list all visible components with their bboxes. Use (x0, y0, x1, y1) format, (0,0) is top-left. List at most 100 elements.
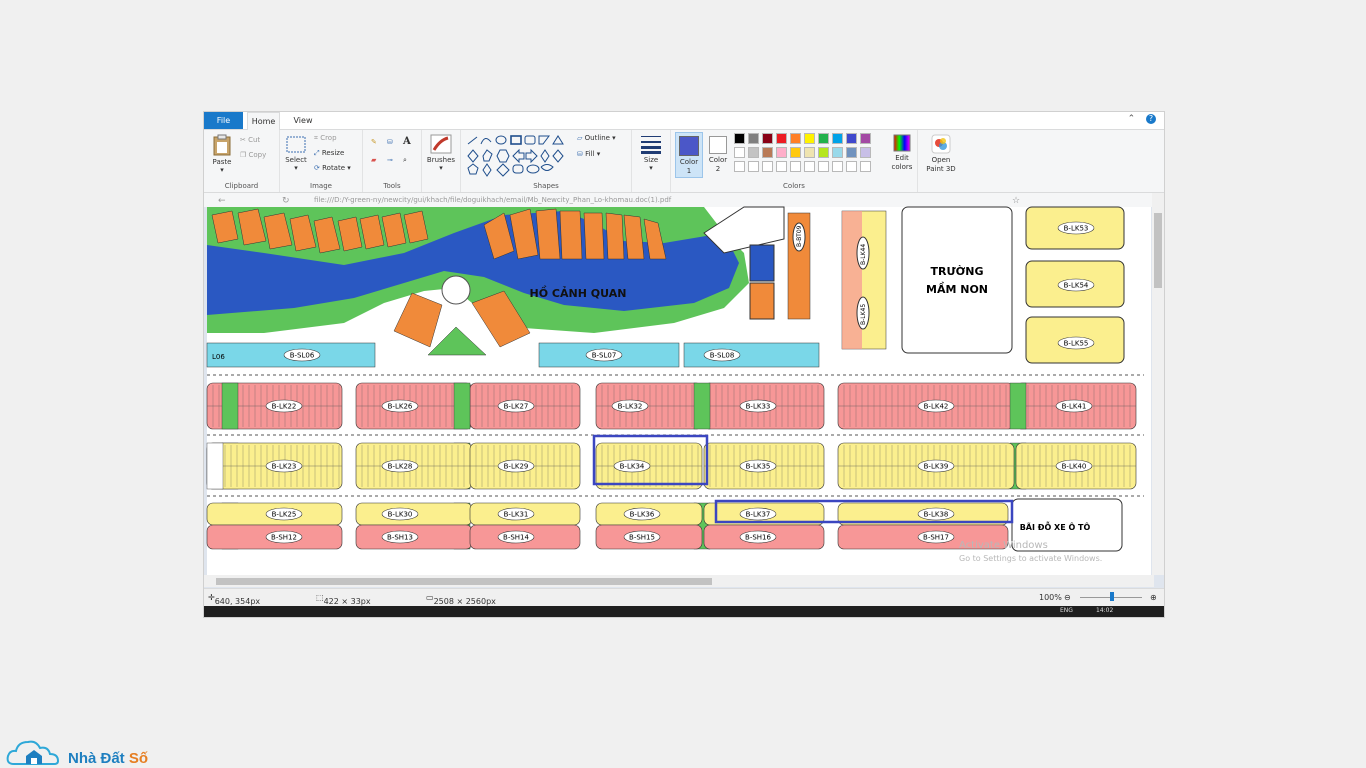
rotate-label: Rotate (322, 164, 346, 172)
tab-file[interactable]: File (204, 112, 243, 129)
brand-name-accent: Số (128, 750, 149, 767)
palette-swatch[interactable] (846, 147, 857, 158)
palette-swatch[interactable] (860, 133, 871, 144)
palette-swatch[interactable] (804, 147, 815, 158)
palette-swatch[interactable] (762, 133, 773, 144)
zoom-out-button[interactable]: ⊖ (1064, 593, 1071, 602)
shapes-gallery[interactable] (465, 134, 569, 178)
pencil-icon[interactable]: ✎ (371, 138, 377, 146)
paint-window: File Home View ⌃ ? Paste ▾ ✂ Cut ❐ Copy … (204, 112, 1164, 617)
horizontal-scroll-thumb[interactable] (216, 578, 712, 585)
palette-swatch[interactable] (748, 147, 759, 158)
palette-swatch[interactable] (832, 133, 843, 144)
palette-swatch[interactable] (790, 147, 801, 158)
paint3d-label: Open Paint 3D (926, 156, 956, 173)
collapse-ribbon-icon[interactable]: ⌃ (1128, 114, 1136, 124)
palette-swatch[interactable] (860, 147, 871, 158)
palette-custom-swatch[interactable] (846, 161, 857, 172)
color2-button[interactable]: Color 2 (705, 134, 731, 174)
cursor-position: ✛ 640, 354px (208, 593, 261, 606)
refresh-icon[interactable]: ↻ (282, 196, 290, 206)
copy-button[interactable]: ❐ Copy (240, 151, 266, 159)
paste-label: Paste (212, 158, 232, 166)
palette-swatch[interactable] (776, 147, 787, 158)
brushes-label: Brushes (426, 156, 456, 164)
green-strip (453, 382, 471, 430)
size-button[interactable]: Size ▾ (636, 134, 666, 172)
color-palette (734, 133, 894, 178)
copy-icon: ❐ (240, 151, 247, 159)
cut-label: Cut (248, 136, 261, 144)
canvas-size: ▭ 2508 × 2560px (426, 593, 496, 606)
lk44-red-strip (842, 211, 862, 349)
tab-home[interactable]: Home (247, 112, 280, 130)
palette-swatch[interactable] (818, 133, 829, 144)
palette-swatch[interactable] (748, 133, 759, 144)
palette-custom-swatch[interactable] (790, 161, 801, 172)
palette-custom-swatch[interactable] (762, 161, 773, 172)
brushes-button[interactable]: Brushes ▾ (426, 134, 456, 172)
select-button[interactable]: Select ▾ (284, 136, 308, 172)
row3b-0-label: B-SH12 (271, 534, 297, 542)
language-indicator[interactable]: ENG (1060, 607, 1073, 614)
palette-custom-swatch[interactable] (734, 161, 745, 172)
open-paint3d-button[interactable]: Open Paint 3D (924, 134, 958, 174)
activation-watermark-sub: Go to Settings to activate Windows. (959, 554, 1102, 563)
sl07-label: B-SL07 (592, 352, 617, 360)
cut-button[interactable]: ✂ Cut (240, 136, 260, 144)
zoom-slider-thumb[interactable] (1110, 592, 1114, 601)
palette-swatch[interactable] (790, 133, 801, 144)
vertical-scrollbar[interactable] (1152, 193, 1164, 575)
palette-swatch[interactable] (818, 147, 829, 158)
magnifier-icon[interactable]: ⌕ (403, 156, 407, 165)
row2-5-label: B-LK39 (924, 463, 949, 471)
outline-label: Outline (584, 134, 610, 142)
fill-bucket-icon[interactable]: ⛁ (387, 138, 393, 146)
palette-swatch[interactable] (832, 147, 843, 158)
back-arrow-icon[interactable]: ← (218, 196, 226, 206)
color-wheel-icon (893, 134, 911, 152)
lk54-label: B-LK54 (1064, 282, 1089, 290)
color-picker-icon[interactable]: ⊸ (387, 156, 393, 164)
edit-colors-button[interactable]: Edit colors (887, 134, 917, 172)
sports-court (749, 244, 775, 282)
palette-swatch[interactable] (804, 133, 815, 144)
activation-watermark: Activate Windows (959, 540, 1048, 551)
tab-view[interactable]: View (288, 112, 318, 129)
vertical-scroll-thumb[interactable] (1154, 213, 1162, 288)
zoom-in-button[interactable]: ⊕ (1150, 593, 1157, 602)
fill-button[interactable]: ⛁ Fill ▾ (577, 150, 600, 158)
palette-custom-swatch[interactable] (776, 161, 787, 172)
resize-button[interactable]: ⤢ Resize (314, 149, 344, 158)
help-icon[interactable]: ? (1146, 114, 1156, 124)
rotate-button[interactable]: ⟳ Rotate ▾ (314, 164, 351, 172)
palette-custom-swatch[interactable] (748, 161, 759, 172)
edge-label: L06 (212, 353, 225, 361)
color1-button[interactable]: Color 1 (675, 132, 703, 178)
row2-0-label: B-LK23 (272, 463, 297, 471)
palette-custom-swatch[interactable] (804, 161, 815, 172)
text-tool-icon[interactable]: A (403, 136, 411, 147)
palette-custom-swatch[interactable] (818, 161, 829, 172)
palette-swatch[interactable] (776, 133, 787, 144)
palette-swatch[interactable] (762, 147, 773, 158)
crop-button[interactable]: ⌗ Crop (314, 134, 337, 143)
star-icon[interactable]: ☆ (1012, 196, 1020, 206)
palette-custom-swatch[interactable] (860, 161, 871, 172)
palette-swatch[interactable] (846, 133, 857, 144)
paste-button[interactable]: Paste ▾ (210, 134, 234, 174)
palette-swatch[interactable] (734, 147, 745, 158)
palette-custom-swatch[interactable] (832, 161, 843, 172)
chevron-down-icon: ▾ (294, 164, 298, 172)
pdf-screenshot-canvas[interactable]: file:///D:/Y-green-ny/newcity/gui/khach/… (204, 193, 1152, 575)
eraser-icon[interactable]: ▰ (371, 156, 376, 164)
clipboard-icon (213, 134, 231, 156)
outline-button[interactable]: ▱ Outline ▾ (577, 134, 616, 142)
taskbar-clock[interactable]: 14:02 (1096, 607, 1113, 614)
scissors-icon: ✂ (240, 136, 246, 144)
horizontal-scrollbar[interactable] (204, 575, 1154, 587)
crop-icon: ⌗ (314, 134, 318, 142)
ribbon-controls: ⌃ ? (1128, 114, 1156, 124)
canvas-area[interactable]: file:///D:/Y-green-ny/newcity/gui/khach/… (204, 193, 1164, 588)
palette-swatch[interactable] (734, 133, 745, 144)
